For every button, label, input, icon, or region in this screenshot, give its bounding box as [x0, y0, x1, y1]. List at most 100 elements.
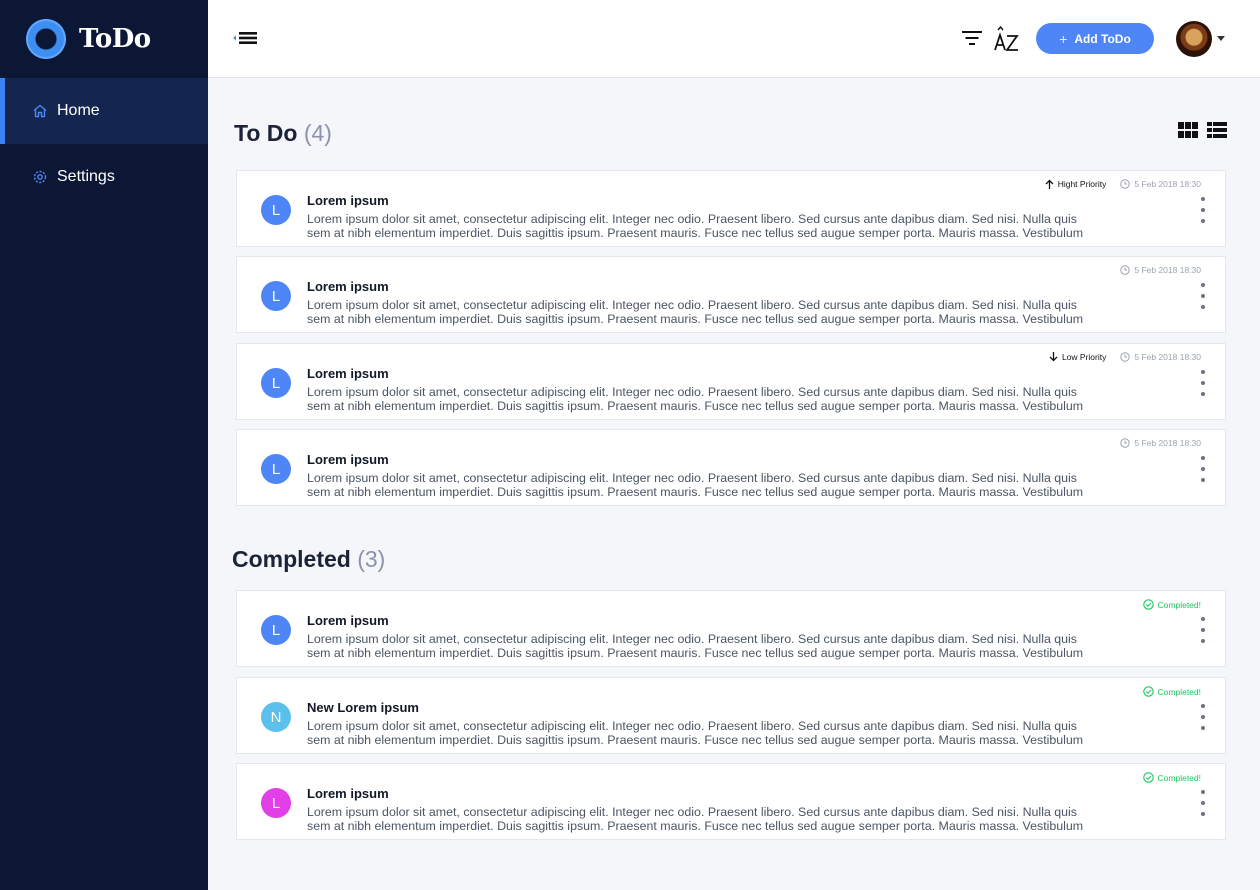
- sidebar: ToDo Home Settings: [0, 0, 208, 890]
- completed-badge: Completed!: [1142, 599, 1201, 610]
- check-circle-icon: [1142, 599, 1154, 610]
- app-name: ToDo: [79, 24, 151, 54]
- avatar-initial: L: [261, 615, 291, 645]
- gear-icon: [33, 170, 47, 184]
- card-description: Lorem ipsum dolor sit amet, consectetur …: [307, 385, 1167, 413]
- completed-card[interactable]: L Lorem ipsum Lorem ipsum dolor sit amet…: [236, 763, 1226, 840]
- completed-label: Completed!: [1157, 599, 1201, 610]
- date-label: 5 Feb 2018 18:30: [1134, 352, 1201, 362]
- todo-section-title: To Do (4): [234, 120, 332, 147]
- todo-card[interactable]: L Lorem ipsum Lorem ipsum dolor sit amet…: [236, 170, 1226, 247]
- completed-card[interactable]: N New Lorem ipsum Lorem ipsum dolor sit …: [236, 677, 1226, 754]
- avatar-initial: N: [261, 702, 291, 732]
- todo-card[interactable]: L Lorem ipsum Lorem ipsum dolor sit amet…: [236, 429, 1226, 506]
- description-line: sem at nibh elementum imperdiet. Duis sa…: [307, 819, 1084, 833]
- menu-collapse-icon[interactable]: [232, 28, 260, 53]
- card-title: New Lorem ipsum: [307, 700, 419, 715]
- more-options-icon[interactable]: [1199, 370, 1207, 396]
- description-line: Lorem ipsum dolor sit amet, consectetur …: [307, 385, 1078, 399]
- completed-count: (3): [357, 546, 386, 572]
- chevron-down-icon[interactable]: [1217, 36, 1225, 41]
- description-line: Lorem ipsum dolor sit amet, consectetur …: [307, 719, 1078, 733]
- arrow-down-icon: [1049, 352, 1058, 362]
- card-description: Lorem ipsum dolor sit amet, consectetur …: [307, 632, 1167, 660]
- sidebar-item-settings[interactable]: Settings: [0, 144, 208, 210]
- timestamp: 5 Feb 2018 18:30: [1120, 265, 1201, 275]
- card-meta: Completed!: [1142, 772, 1201, 783]
- description-line: Lorem ipsum dolor sit amet, consectetur …: [307, 212, 1078, 226]
- description-line: sem at nibh elementum imperdiet. Duis sa…: [307, 312, 1084, 326]
- card-meta: Hight Priority 5 Feb 2018 18:30: [1045, 179, 1201, 189]
- description-line: Lorem ipsum dolor sit amet, consectetur …: [307, 805, 1078, 819]
- priority-label: Low Priority: [1061, 352, 1107, 362]
- clock-icon: [1120, 352, 1131, 362]
- add-todo-button[interactable]: + Add ToDo: [1036, 23, 1154, 54]
- priority-badge: Low Priority: [1049, 352, 1106, 362]
- card-title: Lorem ipsum: [307, 366, 389, 381]
- card-title: Lorem ipsum: [307, 193, 389, 208]
- more-options-icon[interactable]: [1199, 617, 1207, 643]
- more-options-icon[interactable]: [1199, 283, 1207, 309]
- completed-label: Completed!: [1157, 772, 1201, 783]
- sidebar-item-home[interactable]: Home: [0, 78, 208, 144]
- todo-title-label: To Do: [234, 120, 298, 146]
- priority-label: Hight Priority: [1057, 179, 1107, 189]
- avatar-initial: L: [261, 788, 291, 818]
- check-circle-icon: [1142, 686, 1154, 697]
- date-label: 5 Feb 2018 18:30: [1134, 438, 1201, 448]
- card-title: Lorem ipsum: [307, 279, 389, 294]
- completed-badge: Completed!: [1142, 686, 1201, 697]
- more-options-icon[interactable]: [1199, 456, 1207, 482]
- sidebar-item-label: Settings: [57, 168, 115, 185]
- avatar[interactable]: [1176, 21, 1212, 57]
- card-description: Lorem ipsum dolor sit amet, consectetur …: [307, 719, 1167, 747]
- priority-badge: Hight Priority: [1045, 179, 1107, 189]
- description-line: sem at nibh elementum imperdiet. Duis sa…: [307, 485, 1084, 499]
- avatar-initial: L: [261, 195, 291, 225]
- description-line: sem at nibh elementum imperdiet. Duis sa…: [307, 733, 1084, 747]
- clock-icon: [1120, 179, 1131, 189]
- completed-badge: Completed!: [1142, 772, 1201, 783]
- todo-card[interactable]: L Lorem ipsum Lorem ipsum dolor sit amet…: [236, 256, 1226, 333]
- more-options-icon[interactable]: [1199, 197, 1207, 223]
- plus-icon: +: [1059, 30, 1068, 47]
- card-title: Lorem ipsum: [307, 613, 389, 628]
- sort-az-icon[interactable]: [994, 24, 1020, 54]
- completed-label: Completed!: [1157, 686, 1201, 697]
- home-icon: [33, 104, 47, 118]
- timestamp: 5 Feb 2018 18:30: [1120, 352, 1201, 362]
- card-meta: Completed!: [1142, 599, 1201, 610]
- completed-title-label: Completed: [232, 546, 351, 572]
- filter-icon[interactable]: [962, 30, 982, 51]
- check-circle-icon: [1142, 772, 1154, 783]
- description-line: Lorem ipsum dolor sit amet, consectetur …: [307, 471, 1078, 485]
- add-todo-label: Add ToDo: [1074, 31, 1131, 46]
- card-title: Lorem ipsum: [307, 452, 389, 467]
- todo-card[interactable]: L Lorem ipsum Lorem ipsum dolor sit amet…: [236, 343, 1226, 420]
- brand[interactable]: ToDo: [0, 0, 208, 78]
- card-description: Lorem ipsum dolor sit amet, consectetur …: [307, 298, 1167, 326]
- clock-icon: [1120, 265, 1131, 275]
- date-label: 5 Feb 2018 18:30: [1134, 179, 1201, 189]
- description-line: Lorem ipsum dolor sit amet, consectetur …: [307, 632, 1078, 646]
- sidebar-item-label: Home: [57, 102, 100, 119]
- avatar-initial: L: [261, 368, 291, 398]
- card-description: Lorem ipsum dolor sit amet, consectetur …: [307, 471, 1167, 499]
- todo-count: (4): [303, 120, 332, 146]
- grid-view-icon[interactable]: [1178, 122, 1198, 143]
- card-meta: 5 Feb 2018 18:30: [1120, 265, 1201, 275]
- list-view-icon[interactable]: [1207, 122, 1227, 143]
- topbar: + Add ToDo: [208, 0, 1260, 78]
- card-title: Lorem ipsum: [307, 786, 389, 801]
- card-description: Lorem ipsum dolor sit amet, consectetur …: [307, 212, 1167, 240]
- avatar-initial: L: [261, 454, 291, 484]
- view-switcher: [1178, 122, 1227, 143]
- card-meta: 5 Feb 2018 18:30: [1120, 438, 1201, 448]
- completed-card[interactable]: L Lorem ipsum Lorem ipsum dolor sit amet…: [236, 590, 1226, 667]
- timestamp: 5 Feb 2018 18:30: [1120, 438, 1201, 448]
- more-options-icon[interactable]: [1199, 790, 1207, 816]
- date-label: 5 Feb 2018 18:30: [1134, 265, 1201, 275]
- description-line: sem at nibh elementum imperdiet. Duis sa…: [307, 226, 1084, 240]
- card-meta: Completed!: [1142, 686, 1201, 697]
- more-options-icon[interactable]: [1199, 704, 1207, 730]
